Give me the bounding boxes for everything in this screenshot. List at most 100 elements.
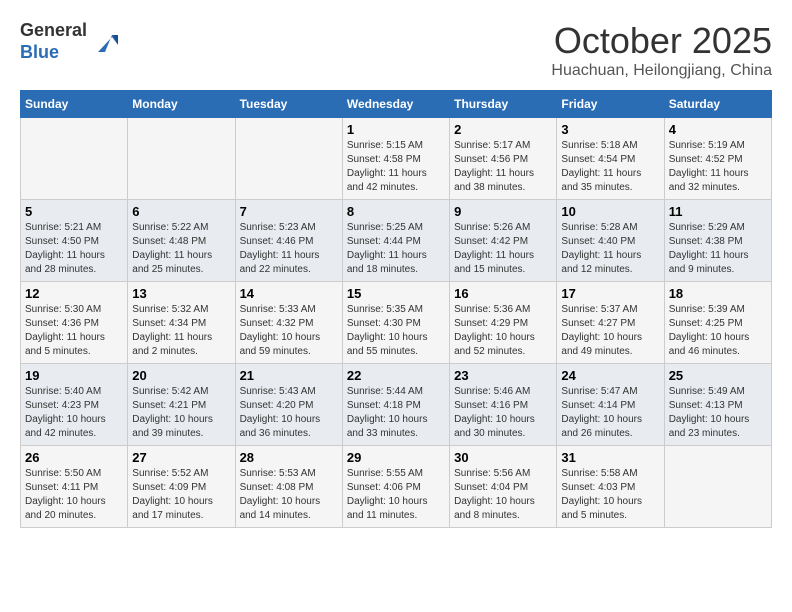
calendar-cell: 27 Sunrise: 5:52 AM Sunset: 4:09 PM Dayli… <box>128 446 235 528</box>
day-number: 14 <box>240 286 338 301</box>
calendar-cell: 6 Sunrise: 5:22 AM Sunset: 4:48 PM Daylig… <box>128 200 235 282</box>
calendar-cell: 11 Sunrise: 5:29 AM Sunset: 4:38 PM Dayli… <box>664 200 771 282</box>
calendar-cell <box>664 446 771 528</box>
logo-icon <box>90 27 120 57</box>
page-header: General Blue October 2025 Huachuan, Heil… <box>20 20 772 80</box>
calendar-cell: 15Sunrise: 5:35 AM Sunset: 4:30 PM Dayli… <box>342 282 449 364</box>
calendar-week-row: 5 Sunrise: 5:21 AM Sunset: 4:50 PM Daylig… <box>21 200 772 282</box>
day-number: 1 <box>347 122 445 137</box>
calendar-cell: 16 Sunrise: 5:36 AM Sunset: 4:29 PM Dayli… <box>450 282 557 364</box>
calendar-cell <box>21 118 128 200</box>
calendar-cell: 8 Sunrise: 5:25 AM Sunset: 4:44 PM Daylig… <box>342 200 449 282</box>
location-subtitle: Huachuan, Heilongjiang, China <box>551 62 772 80</box>
day-info: Sunrise: 5:18 AM Sunset: 4:54 PM Dayligh… <box>561 139 659 195</box>
day-info: Sunrise: 5:49 AM Sunset: 4:13 PM Dayligh… <box>669 385 767 441</box>
day-info: Sunrise: 5:19 AM Sunset: 4:52 PM Dayligh… <box>669 139 767 195</box>
day-number: 25 <box>669 368 767 383</box>
day-number: 24 <box>561 368 659 383</box>
weekday-header-sunday: Sunday <box>21 91 128 118</box>
day-number: 5 <box>25 204 123 219</box>
calendar-cell: 20Sunrise: 5:42 AM Sunset: 4:21 PM Dayli… <box>128 364 235 446</box>
calendar-cell: 1 Sunrise: 5:15 AM Sunset: 4:58 PM Daylig… <box>342 118 449 200</box>
calendar-cell: 19Sunrise: 5:40 AM Sunset: 4:23 PM Dayli… <box>21 364 128 446</box>
day-number: 16 <box>454 286 552 301</box>
day-number: 9 <box>454 204 552 219</box>
day-number: 13 <box>132 286 230 301</box>
day-info: Sunrise: 5:43 AM Sunset: 4:20 PM Dayligh… <box>240 385 338 441</box>
day-info: Sunrise: 5:22 AM Sunset: 4:48 PM Dayligh… <box>132 221 230 277</box>
day-info: Sunrise: 5:47 AM Sunset: 4:14 PM Dayligh… <box>561 385 659 441</box>
calendar-cell <box>235 118 342 200</box>
day-number: 22 <box>347 368 445 383</box>
day-info: Sunrise: 5:32 AM Sunset: 4:34 PM Dayligh… <box>132 303 230 359</box>
day-info: Sunrise: 5:42 AM Sunset: 4:21 PM Dayligh… <box>132 385 230 441</box>
day-info: Sunrise: 5:39 AM Sunset: 4:25 PM Dayligh… <box>669 303 767 359</box>
month-title: October 2025 <box>551 20 772 62</box>
day-number: 17 <box>561 286 659 301</box>
day-info: Sunrise: 5:28 AM Sunset: 4:40 PM Dayligh… <box>561 221 659 277</box>
day-info: Sunrise: 5:23 AM Sunset: 4:46 PM Dayligh… <box>240 221 338 277</box>
day-info: Sunrise: 5:55 AM Sunset: 4:06 PM Dayligh… <box>347 467 445 523</box>
day-number: 23 <box>454 368 552 383</box>
day-number: 10 <box>561 204 659 219</box>
calendar-cell: 21 Sunrise: 5:43 AM Sunset: 4:20 PM Dayli… <box>235 364 342 446</box>
day-info: Sunrise: 5:25 AM Sunset: 4:44 PM Dayligh… <box>347 221 445 277</box>
calendar-cell: 31Sunrise: 5:58 AM Sunset: 4:03 PM Dayli… <box>557 446 664 528</box>
day-number: 4 <box>669 122 767 137</box>
calendar-cell: 28Sunrise: 5:53 AM Sunset: 4:08 PM Dayli… <box>235 446 342 528</box>
calendar-week-row: 1 Sunrise: 5:15 AM Sunset: 4:58 PM Daylig… <box>21 118 772 200</box>
logo-general: General <box>20 20 87 40</box>
calendar-cell: 18 Sunrise: 5:39 AM Sunset: 4:25 PM Dayli… <box>664 282 771 364</box>
calendar-cell: 10 Sunrise: 5:28 AM Sunset: 4:40 PM Dayli… <box>557 200 664 282</box>
calendar-cell: 9Sunrise: 5:26 AM Sunset: 4:42 PM Daylig… <box>450 200 557 282</box>
logo-text: General Blue <box>20 20 87 63</box>
day-info: Sunrise: 5:35 AM Sunset: 4:30 PM Dayligh… <box>347 303 445 359</box>
day-number: 3 <box>561 122 659 137</box>
logo: General Blue <box>20 20 120 63</box>
day-info: Sunrise: 5:21 AM Sunset: 4:50 PM Dayligh… <box>25 221 123 277</box>
calendar-cell: 29 Sunrise: 5:55 AM Sunset: 4:06 PM Dayli… <box>342 446 449 528</box>
day-info: Sunrise: 5:37 AM Sunset: 4:27 PM Dayligh… <box>561 303 659 359</box>
day-number: 18 <box>669 286 767 301</box>
day-number: 6 <box>132 204 230 219</box>
day-number: 2 <box>454 122 552 137</box>
day-info: Sunrise: 5:40 AM Sunset: 4:23 PM Dayligh… <box>25 385 123 441</box>
day-info: Sunrise: 5:33 AM Sunset: 4:32 PM Dayligh… <box>240 303 338 359</box>
weekday-header-wednesday: Wednesday <box>342 91 449 118</box>
calendar-cell: 5 Sunrise: 5:21 AM Sunset: 4:50 PM Daylig… <box>21 200 128 282</box>
weekday-header-monday: Monday <box>128 91 235 118</box>
calendar-cell: 30Sunrise: 5:56 AM Sunset: 4:04 PM Dayli… <box>450 446 557 528</box>
day-info: Sunrise: 5:29 AM Sunset: 4:38 PM Dayligh… <box>669 221 767 277</box>
calendar-cell <box>128 118 235 200</box>
weekday-header-row: SundayMondayTuesdayWednesdayThursdayFrid… <box>21 91 772 118</box>
day-info: Sunrise: 5:36 AM Sunset: 4:29 PM Dayligh… <box>454 303 552 359</box>
calendar-cell: 7 Sunrise: 5:23 AM Sunset: 4:46 PM Daylig… <box>235 200 342 282</box>
weekday-header-tuesday: Tuesday <box>235 91 342 118</box>
day-info: Sunrise: 5:15 AM Sunset: 4:58 PM Dayligh… <box>347 139 445 195</box>
calendar-cell: 24 Sunrise: 5:47 AM Sunset: 4:14 PM Dayli… <box>557 364 664 446</box>
weekday-header-friday: Friday <box>557 91 664 118</box>
day-info: Sunrise: 5:53 AM Sunset: 4:08 PM Dayligh… <box>240 467 338 523</box>
calendar-cell: 3 Sunrise: 5:18 AM Sunset: 4:54 PM Daylig… <box>557 118 664 200</box>
day-number: 21 <box>240 368 338 383</box>
day-number: 11 <box>669 204 767 219</box>
day-number: 30 <box>454 450 552 465</box>
calendar-table: SundayMondayTuesdayWednesdayThursdayFrid… <box>20 90 772 528</box>
calendar-cell: 4 Sunrise: 5:19 AM Sunset: 4:52 PM Daylig… <box>664 118 771 200</box>
day-info: Sunrise: 5:52 AM Sunset: 4:09 PM Dayligh… <box>132 467 230 523</box>
day-number: 7 <box>240 204 338 219</box>
day-number: 27 <box>132 450 230 465</box>
calendar-cell: 13 Sunrise: 5:32 AM Sunset: 4:34 PM Dayli… <box>128 282 235 364</box>
day-number: 31 <box>561 450 659 465</box>
day-info: Sunrise: 5:50 AM Sunset: 4:11 PM Dayligh… <box>25 467 123 523</box>
title-block: October 2025 Huachuan, Heilongjiang, Chi… <box>551 20 772 80</box>
day-number: 8 <box>347 204 445 219</box>
calendar-cell: 14 Sunrise: 5:33 AM Sunset: 4:32 PM Dayli… <box>235 282 342 364</box>
day-info: Sunrise: 5:46 AM Sunset: 4:16 PM Dayligh… <box>454 385 552 441</box>
calendar-cell: 22Sunrise: 5:44 AM Sunset: 4:18 PM Dayli… <box>342 364 449 446</box>
calendar-cell: 12Sunrise: 5:30 AM Sunset: 4:36 PM Dayli… <box>21 282 128 364</box>
day-number: 29 <box>347 450 445 465</box>
day-info: Sunrise: 5:30 AM Sunset: 4:36 PM Dayligh… <box>25 303 123 359</box>
day-info: Sunrise: 5:17 AM Sunset: 4:56 PM Dayligh… <box>454 139 552 195</box>
calendar-week-row: 12Sunrise: 5:30 AM Sunset: 4:36 PM Dayli… <box>21 282 772 364</box>
